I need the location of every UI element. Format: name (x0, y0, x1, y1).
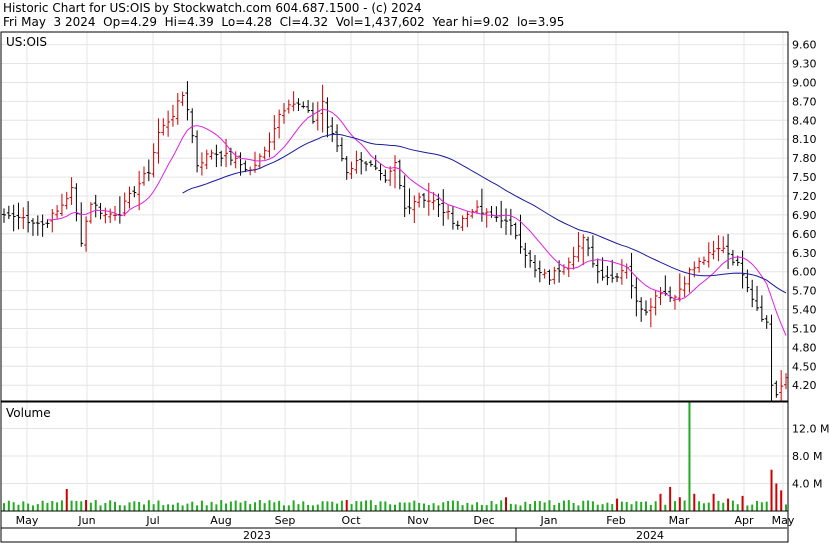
month-label: Aug (210, 514, 231, 527)
price-bars (2, 81, 788, 402)
price-tick-label: 9.00 (792, 76, 817, 89)
month-label: Mar (669, 514, 690, 527)
price-tick-label: 6.30 (792, 247, 817, 260)
month-label: Feb (606, 514, 625, 527)
month-label: Apr (734, 514, 754, 527)
year-label: 2024 (636, 529, 664, 542)
volume-tick-label: 4.0 M (792, 478, 822, 491)
volume-axis-labels: 12.0 M 8.0 M 4.0 M (792, 423, 829, 491)
price-tick-label: 8.10 (792, 133, 817, 146)
price-tick-label: 6.90 (792, 209, 817, 222)
price-tick-label: 4.20 (792, 379, 817, 392)
price-tick-label: 8.40 (792, 114, 817, 127)
symbol-label: US:OIS (6, 35, 47, 49)
month-label: Dec (473, 514, 494, 527)
price-tick-label: 4.50 (792, 360, 817, 373)
price-axis-labels: 9.60 9.30 9.00 8.70 8.40 8.10 7.80 7.50 7.20 6.90… (792, 39, 817, 393)
price-tick-label: 4.80 (792, 341, 817, 354)
grid-lines (1, 32, 788, 511)
volume-tick-label: 8.0 M (792, 450, 822, 463)
volume-label: Volume (6, 406, 51, 420)
price-tick-label: 7.80 (792, 152, 817, 165)
volume-tick-label: 12.0 M (792, 423, 829, 436)
time-axis: May Jun Jul Aug Sep Oct Nov Dec Jan Feb Mar Apr May 2… (1, 514, 795, 542)
month-label: May (16, 514, 39, 527)
month-label: Jul (145, 514, 159, 527)
year-label: 2023 (243, 529, 271, 542)
price-tick-label: 5.40 (792, 304, 817, 317)
price-tick-label: 8.70 (792, 95, 817, 108)
month-label: Sep (275, 514, 296, 527)
price-tick-label: 9.30 (792, 58, 817, 71)
price-tick-label: 5.70 (792, 285, 817, 298)
price-panel-frame (0, 31, 789, 402)
price-tick-label: 6.00 (792, 266, 817, 279)
price-tick-label: 7.20 (792, 190, 817, 203)
price-tick-label: 6.60 (792, 228, 817, 241)
month-label: May (772, 514, 795, 527)
price-tick-label: 5.10 (792, 322, 817, 335)
stock-chart: 9.60 9.30 9.00 8.70 8.40 8.10 7.80 7.50 7.20 6.90… (0, 31, 829, 543)
volume-grid-lines (1, 428, 788, 484)
month-label: Oct (341, 514, 361, 527)
price-tick-label: 9.60 (792, 39, 817, 52)
month-label: Nov (407, 514, 429, 527)
month-label: Jun (77, 514, 95, 527)
month-label: Jan (540, 514, 558, 527)
price-tick-label: 7.50 (792, 171, 817, 184)
